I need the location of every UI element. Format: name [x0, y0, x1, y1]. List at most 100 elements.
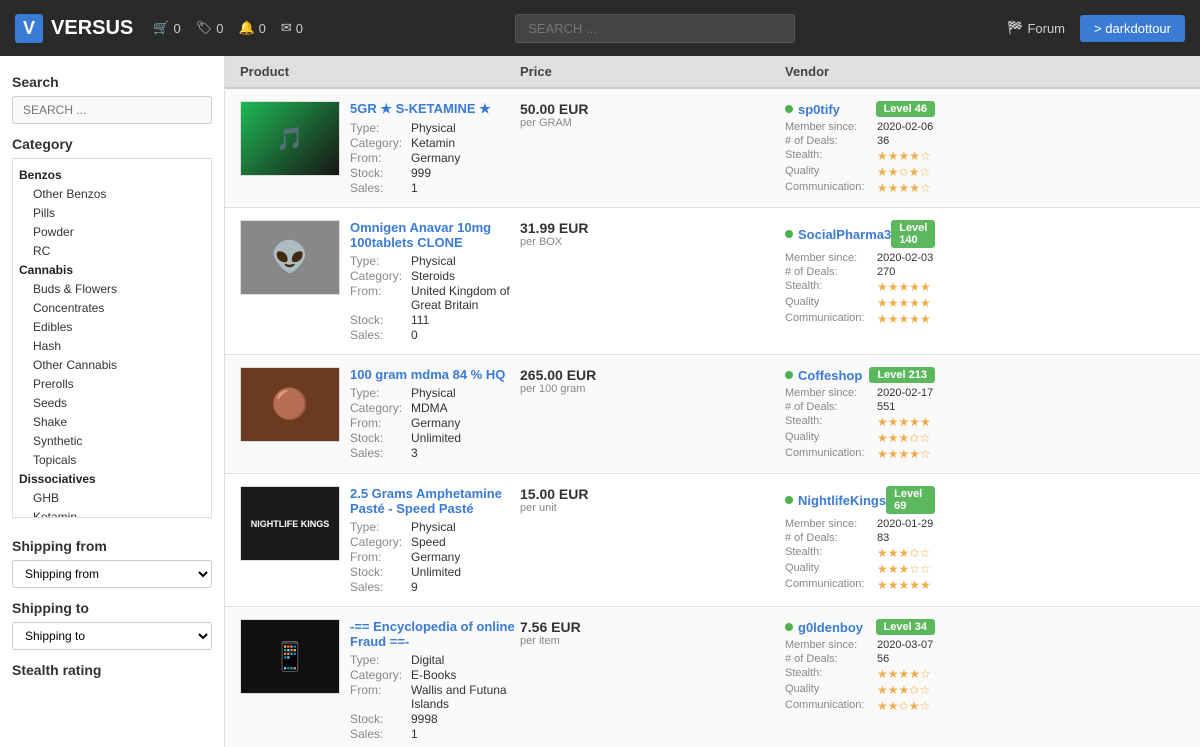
mail-icon-item[interactable]: ✉ 0 [281, 20, 303, 36]
category-section-title: Category [12, 136, 212, 152]
list-item: Powder [19, 222, 205, 241]
vendor-level-badge: Level 46 [876, 101, 935, 117]
header-right: 🏁 Forum > darkdottour [1007, 15, 1185, 42]
category-scroll[interactable]: Benzos Other Benzos Pills Powder RC Cann… [12, 158, 212, 518]
vendor-cell: Coffeshop Level 213 Member since:2020-02… [785, 367, 935, 461]
product-title-link[interactable]: -== Encyclopedia of online Fraud ==- [350, 619, 520, 649]
product-cell: 🎵 5GR ★ S-KETAMINE ★ Type:Physical Categ… [240, 101, 520, 195]
quality-stars: ★★★✩☆ [877, 683, 935, 697]
stealth-stars: ★★★★★ [877, 280, 935, 294]
product-title-link[interactable]: 2.5 Grams Amphetamine Pasté - Speed Past… [350, 486, 520, 516]
product-detail: Type:Physical Category:Steroids From:Uni… [350, 254, 520, 342]
list-item: Prerolls [19, 374, 205, 393]
price-unit: per item [520, 635, 785, 647]
product-cell: 👽 Omnigen Anavar 10mg 100tablets CLONE T… [240, 220, 520, 342]
product-detail: Type:Digital Category:E-Books From:Walli… [350, 653, 520, 741]
vendor-level-badge: Level 140 [891, 220, 935, 248]
list-item: Cannabis [19, 260, 205, 279]
cart-count: 0 [173, 21, 180, 36]
search-section-title: Search [12, 74, 212, 90]
list-item: Topicals [19, 450, 205, 469]
product-cell: 🟤 100 gram mdma 84 % HQ Type:Physical Ca… [240, 367, 520, 460]
vendor-header-row: NightlifeKings Level 69 [785, 486, 935, 514]
product-title-link[interactable]: 5GR ★ S-KETAMINE ★ [350, 101, 520, 117]
bell-icon-item[interactable]: 🔔 0 [238, 20, 265, 36]
vendor-level-badge: Level 213 [869, 367, 935, 383]
price-cell: 31.99 EUR per BOX [520, 220, 785, 248]
product-info: 2.5 Grams Amphetamine Pasté - Speed Past… [350, 486, 520, 594]
vendor-name: NightlifeKings [785, 493, 886, 508]
table-row: 📱 -== Encyclopedia of online Fraud ==- T… [225, 607, 1200, 747]
header-search-input[interactable] [515, 14, 795, 43]
header: V VERSUS 🛒 0 🏷 0 🔔 0 ✉ 0 🏁 Forum > darkd… [0, 0, 1200, 56]
vendor-header-row: g0ldenboy Level 34 [785, 619, 935, 635]
product-info: Omnigen Anavar 10mg 100tablets CLONE Typ… [350, 220, 520, 342]
comm-stars: ★★✩★☆ [877, 699, 935, 713]
price-cell: 265.00 EUR per 100 gram [520, 367, 785, 395]
content-wrapper: Product Price Vendor 🎵 5GR ★ S-KETAMINE … [225, 56, 1200, 747]
product-title-link[interactable]: 100 gram mdma 84 % HQ [350, 367, 520, 382]
tag-count: 0 [216, 21, 223, 36]
list-item: RC [19, 241, 205, 260]
vendor-header-row: sp0tify Level 46 [785, 101, 935, 117]
product-info: 5GR ★ S-KETAMINE ★ Type:Physical Categor… [350, 101, 520, 195]
vendor-name: Coffeshop [785, 368, 862, 383]
vendor-link[interactable]: sp0tify [798, 102, 840, 117]
forum-icon: 🏁 [1007, 20, 1023, 36]
product-cell: 📱 -== Encyclopedia of online Fraud ==- T… [240, 619, 520, 741]
vendor-name: g0ldenboy [785, 620, 863, 635]
vendor-online-indicator [785, 105, 793, 113]
list-item: Hash [19, 336, 205, 355]
sidebar: Search Category Benzos Other Benzos Pill… [0, 56, 225, 747]
comm-stars: ★★★★☆ [877, 181, 935, 195]
quality-stars: ★★★☆☆ [877, 562, 935, 576]
product-title-link[interactable]: Omnigen Anavar 10mg 100tablets CLONE [350, 220, 520, 250]
list-item: Buds & Flowers [19, 279, 205, 298]
product-image: 👽 [240, 220, 340, 295]
vendor-online-indicator [785, 371, 793, 379]
sidebar-search-input[interactable] [12, 96, 212, 124]
shipping-from-select[interactable]: Shipping from [12, 560, 212, 588]
col-price: Price [520, 64, 785, 79]
comm-stars: ★★★★★ [877, 312, 935, 326]
cart-icon-item[interactable]: 🛒 0 [153, 20, 180, 36]
product-detail: Type:Physical Category:Ketamin From:Germ… [350, 121, 520, 195]
stealth-stars: ★★★★★ [877, 415, 935, 429]
main-layout: Search Category Benzos Other Benzos Pill… [0, 56, 1200, 747]
vendor-link[interactable]: NightlifeKings [798, 493, 886, 508]
search-section: Search [0, 68, 224, 130]
list-item: Edibles [19, 317, 205, 336]
category-list: Benzos Other Benzos Pills Powder RC Cann… [19, 165, 205, 518]
vendor-name: sp0tify [785, 102, 840, 117]
vendor-detail: Member since:2020-02-03 # of Deals:270 S… [785, 252, 935, 326]
vendor-cell: sp0tify Level 46 Member since:2020-02-06… [785, 101, 935, 195]
price-unit: per BOX [520, 236, 785, 248]
shipping-to-select[interactable]: Shipping to [12, 622, 212, 650]
list-item: Dissociatives [19, 469, 205, 488]
logo: V VERSUS [15, 14, 133, 43]
vendor-detail: Member since:2020-01-29 # of Deals:83 St… [785, 518, 935, 592]
product-cell: NIGHTLIFE KINGS 2.5 Grams Amphetamine Pa… [240, 486, 520, 594]
product-image: 🟤 [240, 367, 340, 442]
price-unit: per GRAM [520, 117, 785, 129]
vendor-detail: Member since:2020-02-17 # of Deals:551 S… [785, 387, 935, 461]
price-value: 31.99 EUR [520, 220, 785, 236]
forum-link[interactable]: 🏁 Forum [1007, 20, 1065, 36]
logo-icon: V [15, 14, 43, 43]
vendor-link[interactable]: Coffeshop [798, 368, 862, 383]
comm-stars: ★★★★★ [877, 578, 935, 592]
product-image: 📱 [240, 619, 340, 694]
tag-icon-item[interactable]: 🏷 0 [196, 20, 224, 36]
product-info: 100 gram mdma 84 % HQ Type:Physical Cate… [350, 367, 520, 460]
user-button[interactable]: > darkdottour [1080, 15, 1185, 42]
product-image: NIGHTLIFE KINGS [240, 486, 340, 561]
header-left: V VERSUS 🛒 0 🏷 0 🔔 0 ✉ 0 [15, 14, 303, 43]
vendor-link[interactable]: g0ldenboy [798, 620, 863, 635]
content: Product Price Vendor 🎵 5GR ★ S-KETAMINE … [225, 56, 1200, 747]
vendor-level-badge: Level 69 [886, 486, 935, 514]
vendor-name: SocialPharma3 [785, 227, 891, 242]
header-icons: 🛒 0 🏷 0 🔔 0 ✉ 0 [153, 20, 303, 36]
price-value: 50.00 EUR [520, 101, 785, 117]
stealth-rating-title: Stealth rating [12, 662, 212, 678]
vendor-link[interactable]: SocialPharma3 [798, 227, 891, 242]
